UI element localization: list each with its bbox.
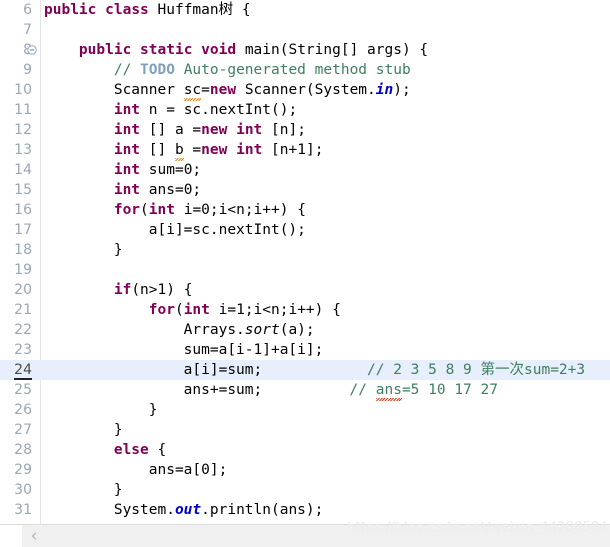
code-line[interactable]: 24 a[i]=sum; // 2 3 5 8 9 第一次sum=2+3 (0, 360, 610, 380)
code-line[interactable]: 26 } (0, 400, 610, 420)
line-number: 22 (14, 322, 32, 338)
line-number: 25 (14, 382, 32, 398)
code-line-text: } (44, 422, 123, 438)
line-number: 18 (14, 242, 32, 258)
code-line[interactable]: 29 ans=a[0]; (0, 460, 610, 480)
warning-squiggle: b (174, 142, 184, 161)
code-line[interactable]: 6 public class Huffman树 { (0, 0, 610, 20)
code-line[interactable]: 10 Scanner sc=new Scanner(System.in); (0, 80, 610, 101)
fold-collapse-icon[interactable] (27, 45, 37, 55)
warning-squiggle: sc (183, 82, 202, 101)
code-line[interactable]: 14 int sum=0; (0, 160, 610, 180)
code-editor: 6 public class Huffman树 { 7 8 public static… (0, 0, 610, 547)
code-line-text: int [] b =new int [n+1]; (113, 142, 324, 161)
line-number: 24 (14, 362, 32, 380)
code-line[interactable]: 28 else { (0, 440, 610, 460)
code-line[interactable]: 16 for(int i=0;i<n;i++) { (0, 200, 610, 220)
line-number: 16 (14, 202, 32, 218)
code-line[interactable]: 18 } (0, 240, 610, 260)
scroll-left-chevron-icon[interactable]: ‹ (22, 525, 46, 547)
line-number: 26 (14, 402, 32, 418)
watermark-url: https://blog.csdn.net/weixin_44288584 (347, 520, 608, 535)
code-line[interactable]: 30 } (0, 480, 610, 500)
line-number: 30 (14, 482, 32, 498)
line-number: 23 (14, 342, 32, 358)
scroll-left-glyph: ‹ (30, 526, 38, 546)
line-number: 20 (14, 282, 32, 298)
line-number: 15 (14, 182, 32, 198)
code-line[interactable]: 13 int [] b =new int [n+1]; (0, 140, 610, 161)
line-number: 7 (23, 22, 32, 38)
code-line-text: if(n>1) { (113, 282, 193, 298)
code-line-text: public static void main(String[] args) { (78, 42, 429, 58)
code-lines[interactable]: 6 public class Huffman树 { 7 8 public static… (0, 0, 610, 520)
code-line-text: } (44, 402, 158, 418)
line-number: 27 (14, 422, 32, 438)
code-line[interactable]: 23 sum=a[i-1]+a[i]; (0, 340, 610, 360)
line-number: 31 (14, 502, 32, 518)
code-line-text: a[i]=sc.nextInt(); (44, 222, 306, 238)
code-line-text: ans=a[0]; (44, 462, 228, 478)
code-line-text: int n = sc.nextInt(); (113, 102, 298, 118)
code-line[interactable]: 20 if(n>1) { (0, 280, 610, 300)
line-number: 11 (14, 102, 32, 118)
code-line-text: int ans=0; (113, 182, 202, 198)
code-line[interactable]: 19 (0, 260, 610, 280)
code-line-text: } (44, 242, 123, 258)
line-number: 10 (14, 82, 32, 98)
code-line-text: int [] a =new int [n]; (113, 122, 306, 138)
code-line-text: Arrays.sort(a); (44, 322, 315, 338)
spellcheck-squiggle: ans (375, 382, 403, 401)
code-line[interactable]: 15 int ans=0; (0, 180, 610, 200)
code-line[interactable]: 7 (0, 20, 610, 40)
code-line[interactable]: 31 System.out.println(ans); (0, 500, 610, 520)
line-number: 21 (14, 302, 32, 318)
code-line[interactable]: 17 a[i]=sc.nextInt(); (0, 220, 610, 240)
line-number: 6 (23, 2, 32, 18)
code-line[interactable]: 11 int n = sc.nextInt(); (0, 100, 610, 120)
code-line[interactable]: 22 Arrays.sort(a); (0, 320, 610, 340)
code-line-text: int sum=0; (113, 162, 202, 178)
code-line-text: else { (113, 442, 167, 458)
line-number: 17 (14, 222, 32, 238)
scrollbar-corner (0, 525, 22, 547)
line-number: 14 (14, 162, 32, 178)
line-number: 28 (14, 442, 32, 458)
line-number: 12 (14, 122, 32, 138)
code-line[interactable]: 8 public static void main(String[] args)… (0, 40, 610, 60)
code-line-text: Scanner sc=new Scanner(System.in); (44, 82, 411, 101)
code-line-text: sum=a[i-1]+a[i]; (44, 342, 324, 358)
line-number: 13 (14, 142, 32, 158)
line-number: 9 (23, 62, 32, 78)
code-line-text: for(int i=1;i<n;i++) { (148, 302, 341, 318)
line-number: 29 (14, 462, 32, 478)
code-line[interactable]: 21 for(int i=1;i<n;i++) { (0, 300, 610, 320)
code-lines-container[interactable]: 6 public class Huffman树 { 7 8 public static… (0, 0, 610, 524)
code-line-text: a[i]=sum; // 2 3 5 8 9 第一次sum=2+3 (44, 362, 586, 378)
code-line-text: System.out.println(ans); (44, 502, 324, 518)
code-line[interactable]: 27 } (0, 420, 610, 440)
code-line-text: for(int i=0;i<n;i++) { (113, 202, 306, 218)
code-line-text: public class Huffman树 { (44, 2, 251, 18)
code-line-text: // TODO Auto-generated method stub (113, 62, 411, 78)
code-line-text: ans+=sum; // ans=5 10 17 27 (44, 382, 498, 401)
code-line[interactable]: 12 int [] a =new int [n]; (0, 120, 610, 140)
code-line[interactable]: 25 ans+=sum; // ans=5 10 17 27 (0, 380, 610, 401)
code-line[interactable]: 9 // TODO Auto-generated method stub (0, 60, 610, 80)
code-line-text: } (44, 482, 123, 498)
line-number: 19 (14, 262, 32, 278)
